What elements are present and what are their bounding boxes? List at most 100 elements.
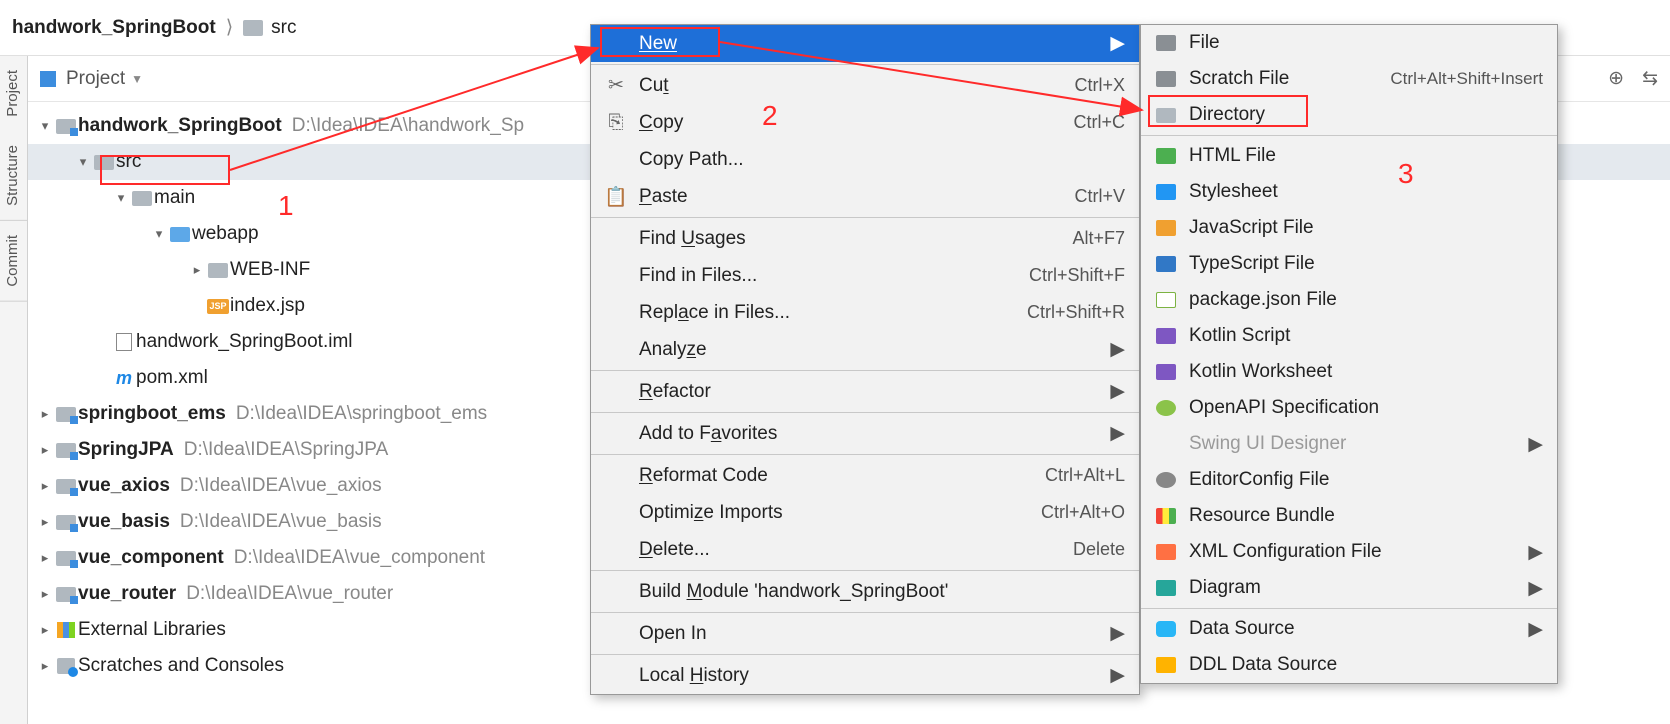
shortcut-label: Alt+F7	[1072, 228, 1125, 249]
ctx-favorites[interactable]: Add to Favorites▶	[591, 415, 1139, 452]
new-typescript-file[interactable]: TypeScript File	[1141, 246, 1557, 282]
new-stylesheet[interactable]: Stylesheet	[1141, 174, 1557, 210]
ctx-replace-in-files[interactable]: Replace in Files...Ctrl+Shift+R	[591, 294, 1139, 331]
ctx-paste[interactable]: 📋PasteCtrl+V	[591, 178, 1139, 215]
ctx-find-in-files[interactable]: Find in Files...Ctrl+Shift+F	[591, 257, 1139, 294]
tree-iml-label: handwork_SpringBoot.iml	[136, 331, 353, 353]
annotation-num-1: 1	[278, 190, 294, 222]
module-folder-icon	[56, 119, 76, 134]
ctx-copy[interactable]: ⎘CopyCtrl+C	[591, 104, 1139, 141]
new-scratch-file[interactable]: Scratch FileCtrl+Alt+Shift+Insert	[1141, 61, 1557, 97]
ctx-reformat[interactable]: Reformat CodeCtrl+Alt+L	[591, 457, 1139, 494]
tree-ext-label: External Libraries	[78, 619, 226, 641]
shortcut-label: Ctrl+V	[1074, 186, 1125, 207]
new-diagram[interactable]: Diagram▶	[1141, 570, 1557, 606]
twisty-icon[interactable]: ▸	[36, 586, 54, 602]
shortcut-label: Ctrl+Alt+O	[1041, 502, 1125, 523]
new-editorconfig[interactable]: EditorConfig File	[1141, 462, 1557, 498]
menu-separator	[591, 64, 1139, 65]
twisty-icon[interactable]: ▸	[36, 550, 54, 566]
breadcrumb-sep: ⟩	[226, 16, 233, 39]
new-kotlin-script[interactable]: Kotlin Script	[1141, 318, 1557, 354]
folder-icon	[208, 263, 228, 278]
tree-item-label: springboot_ems	[78, 403, 226, 425]
twisty-icon[interactable]: ▸	[36, 406, 54, 422]
twisty-icon[interactable]: ▾	[112, 190, 130, 206]
breadcrumb-src[interactable]: src	[243, 17, 296, 39]
sidebar-tab-commit[interactable]: Commit	[0, 221, 27, 302]
project-toolbar: ⊕ ⇆	[1608, 67, 1658, 90]
twisty-icon[interactable]: ▾	[36, 118, 54, 134]
ctx-optimize[interactable]: Optimize ImportsCtrl+Alt+O	[591, 494, 1139, 531]
new-resource-bundle[interactable]: Resource Bundle	[1141, 498, 1557, 534]
ddl-icon	[1156, 657, 1176, 673]
web-folder-icon	[170, 227, 190, 242]
folder-icon	[132, 191, 152, 206]
new-html-file[interactable]: HTML File	[1141, 138, 1557, 174]
tree-pom-label: pom.xml	[136, 367, 208, 389]
tree-main-label: main	[154, 187, 195, 209]
menu-separator	[591, 612, 1139, 613]
twisty-icon[interactable]: ▸	[36, 622, 54, 638]
annotation-box-1	[100, 155, 230, 185]
locate-icon[interactable]: ⊕	[1608, 67, 1624, 90]
database-icon	[1156, 621, 1176, 637]
menu-separator	[1141, 608, 1557, 609]
ctx-local-history[interactable]: Local History▶	[591, 657, 1139, 694]
menu-separator	[591, 570, 1139, 571]
new-javascript-file[interactable]: JavaScript File	[1141, 210, 1557, 246]
gear-icon	[1156, 472, 1176, 488]
shortcut-label: Ctrl+C	[1073, 112, 1125, 133]
twisty-icon[interactable]: ▸	[36, 478, 54, 494]
css-icon	[1156, 184, 1176, 200]
new-package-json[interactable]: package.json File	[1141, 282, 1557, 318]
ctx-build-module[interactable]: Build Module 'handwork_SpringBoot'	[591, 573, 1139, 610]
twisty-icon[interactable]: ▸	[188, 262, 206, 278]
twisty-icon[interactable]: ▸	[36, 658, 54, 674]
submenu-arrow-icon: ▶	[1528, 618, 1543, 641]
twisty-icon[interactable]: ▾	[74, 154, 92, 170]
left-sidebar-tabs: Project Structure Commit	[0, 56, 28, 724]
ctx-find-usages[interactable]: Find UsagesAlt+F7	[591, 220, 1139, 257]
new-file[interactable]: File	[1141, 25, 1557, 61]
expand-icon[interactable]: ⇆	[1642, 67, 1658, 90]
ctx-delete[interactable]: Delete...Delete	[591, 531, 1139, 568]
ctx-analyze[interactable]: Analyze▶	[591, 331, 1139, 368]
breadcrumb-root[interactable]: handwork_SpringBoot	[12, 17, 216, 39]
submenu-arrow-icon: ▶	[1110, 422, 1125, 445]
sidebar-tab-project[interactable]: Project	[0, 56, 27, 131]
menu-separator	[591, 412, 1139, 413]
twisty-icon[interactable]: ▸	[36, 514, 54, 530]
tree-root-label: handwork_SpringBoot	[78, 115, 282, 137]
new-swing-ui-designer[interactable]: Swing UI Designer▶	[1141, 426, 1557, 462]
annotation-box-2	[600, 27, 720, 57]
ctx-open-in[interactable]: Open In▶	[591, 615, 1139, 652]
new-xml-config[interactable]: XML Configuration File▶	[1141, 534, 1557, 570]
tree-webapp-label: webapp	[192, 223, 259, 245]
new-openapi-spec[interactable]: OpenAPI Specification	[1141, 390, 1557, 426]
shortcut-label: Ctrl+Shift+F	[1029, 265, 1125, 286]
new-kotlin-worksheet[interactable]: Kotlin Worksheet	[1141, 354, 1557, 390]
ctx-cut[interactable]: ✂CutCtrl+X	[591, 67, 1139, 104]
tree-item-path: D:\Idea\IDEA\SpringJPA	[184, 439, 389, 461]
twisty-icon[interactable]: ▸	[36, 442, 54, 458]
sidebar-tab-structure[interactable]: Structure	[0, 131, 27, 221]
project-view-dropdown[interactable]: ▼	[131, 72, 143, 86]
file-icon	[1156, 35, 1176, 51]
twisty-icon[interactable]: ▾	[150, 226, 168, 242]
new-data-source[interactable]: Data Source▶	[1141, 611, 1557, 647]
html-icon	[1156, 148, 1176, 164]
iml-icon	[116, 333, 132, 351]
tree-item-label: vue_basis	[78, 511, 170, 533]
tree-item-label: SpringJPA	[78, 439, 174, 461]
new-ddl-data-source[interactable]: DDL Data Source	[1141, 647, 1557, 683]
submenu-arrow-icon: ▶	[1110, 338, 1125, 361]
ctx-refactor[interactable]: Refactor▶	[591, 373, 1139, 410]
submenu-arrow-icon: ▶	[1110, 380, 1125, 403]
module-folder-icon	[56, 407, 76, 422]
ctx-copy-path[interactable]: Copy Path...	[591, 141, 1139, 178]
diagram-icon	[1156, 580, 1176, 596]
project-icon	[40, 71, 56, 87]
tree-item-path: D:\Idea\IDEA\vue_component	[234, 547, 485, 569]
menu-separator	[1141, 135, 1557, 136]
